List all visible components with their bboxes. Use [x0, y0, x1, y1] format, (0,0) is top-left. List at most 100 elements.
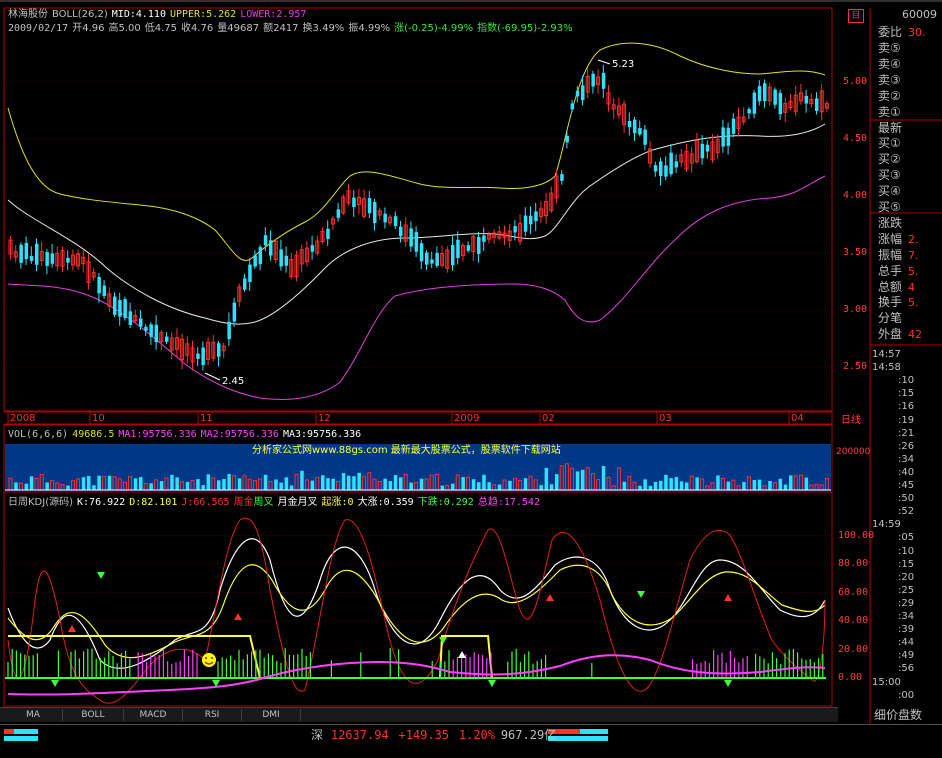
- volume-bar: [284, 477, 289, 490]
- period-label[interactable]: 日线: [841, 415, 861, 427]
- tab-boll[interactable]: BOLL: [63, 709, 124, 721]
- candle-body: [570, 103, 575, 110]
- tick-time: :10: [898, 375, 915, 387]
- quote-row: 卖③: [878, 73, 901, 88]
- date-tick-label: 11: [200, 413, 213, 424]
- volume-bar: [383, 478, 387, 490]
- volume-bar: [399, 477, 403, 490]
- candle-body: [45, 252, 49, 266]
- smiley-eye: [205, 657, 207, 659]
- candle-body: [430, 259, 434, 264]
- candle-body: [196, 353, 200, 359]
- volume-bar: [66, 485, 70, 490]
- tick-time: :44: [898, 637, 915, 649]
- buy-signal-marker: [68, 625, 76, 632]
- volume-bar: [440, 485, 445, 490]
- volume-bar: [217, 480, 221, 490]
- volume-bar: [601, 466, 606, 490]
- kdj-d: D:82.101: [129, 497, 178, 508]
- candle-body: [477, 236, 481, 254]
- date-tick-label: 2009: [454, 413, 479, 424]
- detail-tabs[interactable]: 细价盘数: [874, 708, 922, 722]
- tab-dmi[interactable]: DMI: [242, 709, 301, 721]
- price-tick-label: 3.50: [843, 247, 868, 258]
- kdj-tick-label: 60.00: [838, 586, 869, 598]
- candle-body: [263, 235, 268, 246]
- volume-bar: [669, 478, 673, 490]
- tab-rsi[interactable]: RSI: [183, 709, 242, 721]
- vol-value: 49686.5: [72, 429, 115, 440]
- volume-bar: [331, 478, 335, 490]
- market-label: 深: [311, 728, 324, 742]
- tick-time: :39: [898, 624, 915, 636]
- candle-body: [560, 174, 564, 181]
- kdj-qizhang: 起涨:0: [321, 497, 354, 508]
- date-tick-label: 02: [542, 413, 555, 424]
- candle-body: [326, 228, 330, 240]
- candle-body: [217, 343, 221, 357]
- quote-row-label: 卖⑤: [878, 41, 901, 55]
- volume-bar: [679, 481, 684, 490]
- tick-time: :49: [898, 650, 915, 662]
- date-tick-label: 2008: [10, 413, 35, 424]
- candle-body: [669, 152, 673, 175]
- low-leader: [204, 372, 221, 381]
- quote-row: 买①: [878, 136, 901, 151]
- candle-body: [482, 235, 486, 242]
- quote-row-label: 买③: [878, 168, 901, 183]
- quote-row: 分笔: [878, 311, 902, 326]
- volume-bar: [133, 478, 138, 490]
- index-ticker[interactable]: 深 12637.94 +149.35 1.20% 967.29亿: [311, 727, 556, 743]
- vol-ma2: MA2:95756.336: [200, 429, 279, 440]
- volume-bar: [768, 480, 772, 490]
- index-value: 12637.94: [330, 728, 389, 742]
- kdj-indicator: [5, 517, 832, 704]
- quote-row: 卖②: [878, 89, 901, 104]
- trading-window: 2008 10 11 12 2009 02 03 04 5.23 2.45 林海股份 BOLL(2…: [0, 0, 942, 758]
- boll-lower: LOWER:2.957: [240, 9, 307, 20]
- volume-bar: [357, 472, 361, 490]
- tick-time: :29: [898, 597, 915, 609]
- quote-amount: 额2417: [263, 23, 299, 34]
- buy-signal-marker: [234, 613, 242, 620]
- quote-header: 2009/02/17 开4.96 高5.00 低4.75 收4.76 量49687 额241…: [8, 23, 577, 35]
- banner-text[interactable]: 分析家公式网www.88gs.com 最新最大股票公式，股票软件下载网站: [252, 445, 561, 457]
- kdj-k: K:76.922: [77, 497, 126, 508]
- quote-high: 高5.00: [108, 23, 141, 34]
- sell-signal-marker: [439, 637, 447, 644]
- tick-time: :21: [898, 427, 915, 439]
- quote-row: 买③: [878, 168, 901, 183]
- volume-bar: [477, 482, 481, 490]
- volume-bar: [149, 483, 153, 490]
- kdj-yuecha: 月叉: [297, 497, 318, 508]
- candle-body: [310, 245, 315, 252]
- volume-bar: [274, 479, 278, 490]
- volume-bar: [716, 475, 720, 490]
- quote-row: 买②: [878, 152, 901, 167]
- candle-body: [653, 165, 658, 172]
- price-annotations: 5.23 2.45: [204, 59, 634, 387]
- tick-time: :10: [898, 545, 915, 557]
- price-tick-label: 3.00: [843, 304, 868, 315]
- price-tick-label: 4.50: [843, 133, 868, 144]
- tab-macd[interactable]: MACD: [124, 709, 183, 721]
- quote-row: 买④: [878, 184, 901, 199]
- quote-date: 2009/02/17: [8, 23, 69, 34]
- index-amount: 967.29亿: [500, 728, 557, 742]
- chart-menu-icon[interactable]: 目: [848, 9, 864, 23]
- kdj-tick-label: 40.00: [838, 615, 869, 626]
- tab-ma[interactable]: MA: [4, 709, 63, 721]
- sell-signal-marker: [724, 680, 732, 687]
- quote-row-label: 卖①: [878, 104, 901, 119]
- tick-time: 15:00: [872, 676, 901, 688]
- chart-canvas[interactable]: 2008 10 11 12 2009 02 03 04 5.23 2.45: [0, 0, 942, 757]
- smiley-icon: [202, 653, 216, 667]
- volume-bar: [347, 475, 351, 490]
- smiley-eye: [211, 657, 213, 659]
- quote-row-label: 买⑤: [878, 200, 901, 214]
- kdj-tick-label: 100.00: [838, 529, 875, 541]
- candle-body: [19, 244, 23, 263]
- candle-body: [248, 264, 252, 282]
- candle-body: [731, 118, 736, 134]
- quote-row: 涨幅 2.: [878, 232, 919, 247]
